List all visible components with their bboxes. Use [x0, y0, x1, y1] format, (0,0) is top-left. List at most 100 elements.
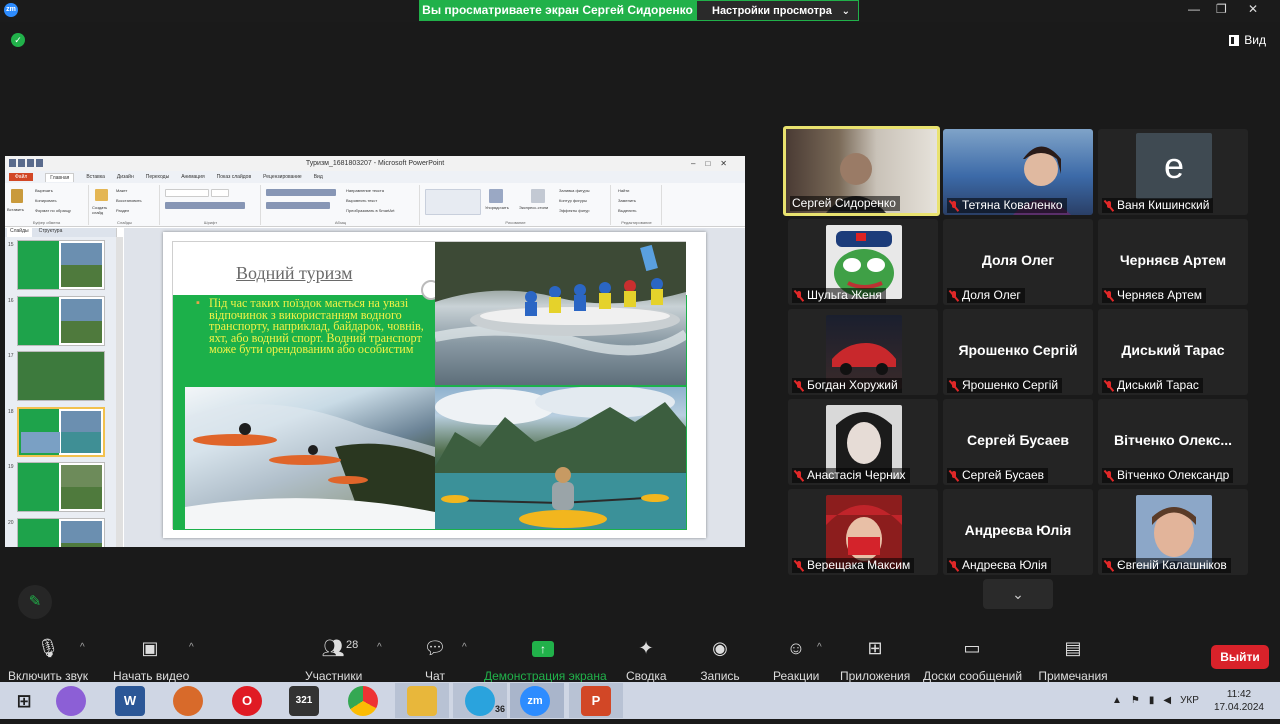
paste-button[interactable]: Вставить	[7, 207, 24, 212]
summary-button[interactable]: ✦ Сводка	[626, 636, 667, 683]
battery-icon[interactable]: ▮	[1149, 695, 1155, 706]
replace-button[interactable]: Заменить	[618, 198, 636, 203]
video-options-caret-icon[interactable]: ^	[189, 642, 194, 653]
record-button[interactable]: ◉ Запись	[700, 636, 740, 683]
tray-expand-icon[interactable]: ▲	[1112, 695, 1122, 706]
tab-review[interactable]: Рецензирование	[263, 174, 302, 180]
file-explorer-icon[interactable]	[407, 686, 437, 716]
slide[interactable]: Водний туризм ▪ Під час таких поїздок ма…	[163, 232, 706, 538]
find-button[interactable]: Найти	[618, 188, 629, 193]
apps-button[interactable]: ⊞ Приложения	[840, 636, 910, 683]
slide-thumbnail[interactable]	[17, 518, 105, 547]
new-slide-button[interactable]: Создать слайд	[92, 205, 112, 215]
slide-thumbnail[interactable]	[17, 240, 105, 290]
list-buttons[interactable]	[266, 189, 336, 196]
quick-access-toolbar[interactable]	[9, 159, 49, 167]
select-button[interactable]: Выделить	[618, 208, 636, 213]
audio-options-caret-icon[interactable]: ^	[80, 642, 85, 653]
slide-thumbnail-selected[interactable]	[17, 407, 105, 457]
slide-thumbnail[interactable]	[17, 462, 105, 512]
cortana-icon[interactable]	[56, 686, 86, 716]
chat-button[interactable]: 💬︎ ^ Чат	[420, 636, 467, 683]
section-button[interactable]: Раздел	[116, 208, 129, 213]
participant-tile[interactable]: Андреєва Юлія Андреєва Юлія	[943, 489, 1093, 575]
participant-tile[interactable]: Вітченко Олекс... Вітченко Олександр	[1098, 399, 1248, 485]
annotate-pencil-button[interactable]: ✎	[18, 585, 52, 619]
view-settings-dropdown[interactable]: Настройки просмотра ⌄	[696, 0, 859, 21]
word-icon[interactable]: W	[115, 686, 145, 716]
font-size-field[interactable]	[211, 189, 229, 197]
language-indicator[interactable]: УКР	[1180, 695, 1199, 706]
network-icon[interactable]: ⚑	[1131, 695, 1140, 706]
copy-button[interactable]: Копировать	[35, 198, 57, 203]
tab-home[interactable]: Главная	[45, 172, 75, 182]
view-button[interactable]: Вид	[1229, 33, 1266, 47]
reactions-button[interactable]: ☺ ^ Реакции	[773, 636, 822, 683]
clock[interactable]: 11:42 17.04.2024	[1214, 688, 1264, 714]
calendar-app-icon[interactable]: 321	[289, 686, 319, 716]
participants-caret-icon[interactable]: ^	[377, 642, 382, 653]
shape-effects-button[interactable]: Эффекты фигур	[559, 208, 589, 213]
opera-icon[interactable]: O	[232, 686, 262, 716]
font-name-field[interactable]	[165, 189, 209, 197]
participant-tile[interactable]: Доля Олег Доля Олег	[943, 219, 1093, 305]
participant-tile[interactable]: Тетяна Коваленко	[943, 129, 1093, 215]
align-buttons[interactable]	[266, 202, 330, 209]
powerpoint-window-controls[interactable]: –□✕	[691, 156, 737, 171]
share-screen-button[interactable]: ↑ Демонстрация экрана	[484, 636, 607, 683]
participant-tile[interactable]: Черняєв Артем Черняєв Артем	[1098, 219, 1248, 305]
start-video-button[interactable]: ▣ ^ Начать видео	[113, 636, 194, 683]
minimize-icon[interactable]: —	[1188, 2, 1200, 16]
participant-tile[interactable]: Сергей Бусаев Сергей Бусаев	[943, 399, 1093, 485]
participants-button[interactable]: 👥︎ 28 ^ Участники	[305, 636, 382, 683]
layout-button[interactable]: Макет	[116, 188, 127, 193]
leave-button[interactable]: Выйти	[1211, 645, 1269, 669]
chat-caret-icon[interactable]: ^	[462, 642, 467, 653]
tab-transitions[interactable]: Переходы	[146, 174, 169, 180]
participant-tile[interactable]: Шульга Женя	[788, 219, 938, 305]
participant-tile[interactable]: e Ваня Кишинский	[1098, 129, 1248, 215]
participant-tile[interactable]: Сергей Сидоренко	[783, 126, 940, 216]
slide-thumbnail[interactable]	[17, 351, 105, 401]
chrome-icon[interactable]	[348, 686, 378, 716]
participant-tile[interactable]: Анастасія Черних	[788, 399, 938, 485]
participant-tile[interactable]: Диський Тарас Диський Тарас	[1098, 309, 1248, 395]
notes-button[interactable]: ▤ Примечания	[1038, 636, 1108, 683]
slides-panel-scrollbar[interactable]	[116, 237, 123, 547]
close-icon[interactable]: ✕	[1248, 2, 1258, 16]
tab-file[interactable]: Файл	[9, 173, 34, 181]
reset-button[interactable]: Восстановить	[116, 198, 142, 203]
unmute-button[interactable]: 🎙︎ ^ Включить звук	[8, 636, 88, 683]
format-painter-button[interactable]: Формат по образцу	[35, 208, 71, 213]
gallery-next-page-button[interactable]: ⌄	[983, 579, 1053, 609]
powerpoint-icon[interactable]: P	[581, 686, 611, 716]
tab-design[interactable]: Дизайн	[117, 174, 134, 180]
tab-slides[interactable]: Слайды	[7, 228, 32, 237]
tab-animation[interactable]: Анимация	[181, 174, 204, 180]
quick-styles-button[interactable]: Экспресс-стили	[519, 205, 548, 210]
tab-view[interactable]: Вид	[314, 174, 323, 180]
convert-smartart-button[interactable]: Преобразовать в SmartArt	[346, 208, 395, 213]
zoom-taskbar-icon[interactable]: zm	[520, 686, 550, 716]
cut-button[interactable]: Вырезать	[35, 188, 53, 193]
arrange-button[interactable]: Упорядочить	[485, 205, 509, 210]
tab-outline[interactable]: Структура	[36, 228, 66, 237]
encryption-shield-icon[interactable]: ✓	[11, 33, 25, 47]
whiteboards-button[interactable]: ▭ Доски сообщений	[923, 636, 1022, 683]
reactions-caret-icon[interactable]: ^	[817, 642, 822, 653]
text-direction-button[interactable]: Направление текста	[346, 188, 384, 193]
tab-insert[interactable]: Вставка	[86, 174, 105, 180]
participant-tile[interactable]: Верещака Максим	[788, 489, 938, 575]
shape-fill-button[interactable]: Заливка фигуры	[559, 188, 590, 193]
telegram-icon[interactable]: 36	[465, 686, 505, 716]
shapes-gallery[interactable]	[425, 189, 481, 215]
volume-icon[interactable]: ◀︎	[1163, 695, 1171, 706]
align-text-button[interactable]: Выровнять текст	[346, 198, 377, 203]
windows-start-icon[interactable]: ⊞	[9, 686, 39, 716]
participant-tile[interactable]: Богдан Хоружий	[788, 309, 938, 395]
shape-outline-button[interactable]: Контур фигуры	[559, 198, 587, 203]
font-format-buttons[interactable]	[165, 202, 245, 209]
tab-slideshow[interactable]: Показ слайдов	[217, 174, 251, 180]
participant-tile[interactable]: Євгеній Калашніков	[1098, 489, 1248, 575]
slide-thumbnail[interactable]	[17, 296, 105, 346]
